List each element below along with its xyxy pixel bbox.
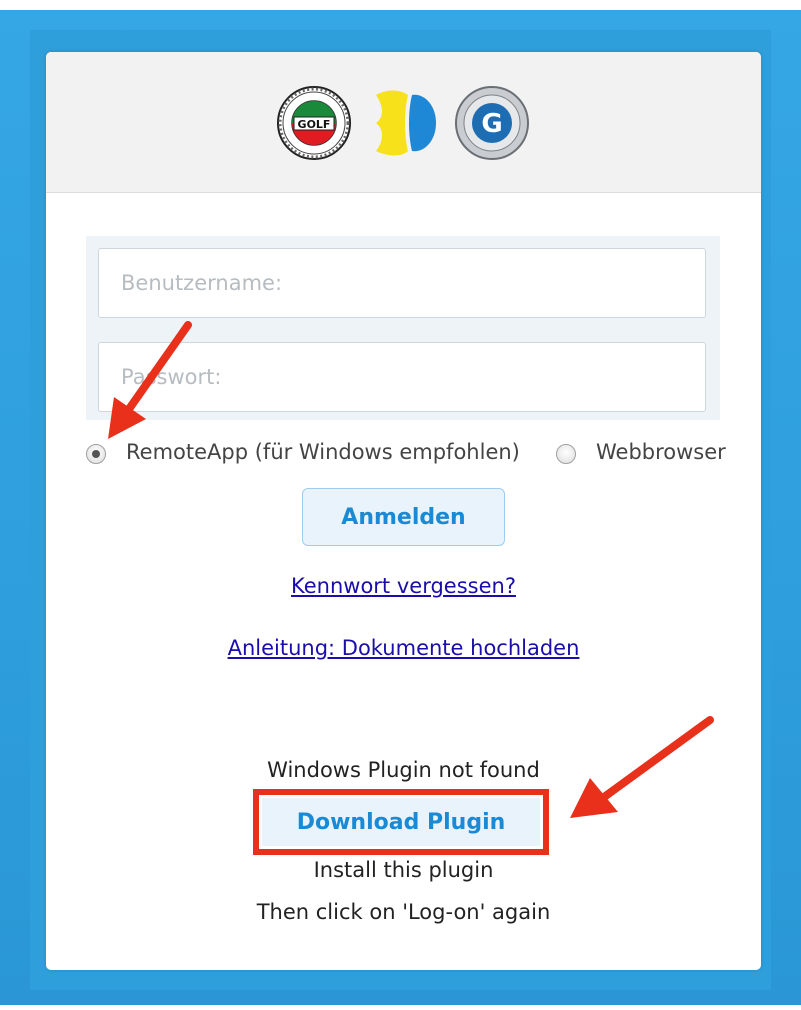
login-card: GOLF G RemoteApp (für Windows empfohlen)… bbox=[46, 52, 761, 970]
red-arrow-icon bbox=[570, 716, 714, 818]
download-plugin-button[interactable]: Download Plugin bbox=[262, 798, 540, 846]
webbrowser-label[interactable]: Webbrowser bbox=[596, 440, 726, 464]
upload-guide-link[interactable]: Anleitung: Dokumente hochladen bbox=[46, 636, 761, 660]
red-arrow-icon bbox=[108, 321, 192, 439]
forgot-password-link[interactable]: Kennwort vergessen? bbox=[46, 574, 761, 598]
golf-association-seal-logo: GOLF bbox=[277, 86, 351, 160]
logo-golf-text: GOLF bbox=[298, 118, 331, 131]
golf-federation-seal-logo: G bbox=[455, 86, 529, 160]
leaf-logo bbox=[376, 90, 436, 156]
card-header: GOLF G bbox=[46, 52, 761, 193]
username-input[interactable] bbox=[98, 248, 706, 318]
logo-g-text: G bbox=[481, 109, 502, 139]
install-hint-text: Install this plugin bbox=[313, 858, 494, 882]
logon-hint-text: Then click on 'Log-on' again bbox=[256, 900, 551, 924]
webbrowser-radio[interactable] bbox=[556, 444, 576, 464]
login-button[interactable]: Anmelden bbox=[302, 488, 505, 546]
remoteapp-radio[interactable] bbox=[86, 444, 106, 464]
